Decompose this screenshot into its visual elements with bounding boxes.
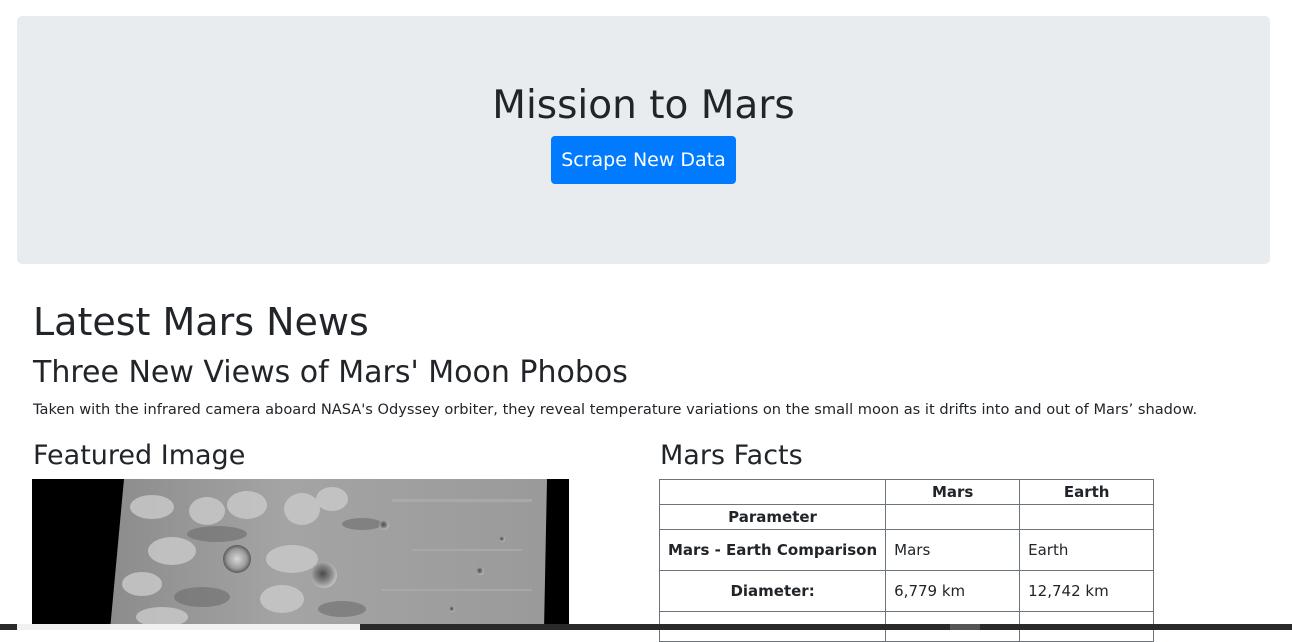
earth-value-cell: 12,742 km [1019, 570, 1155, 612]
mars-value-cell: 6,779 km [885, 570, 1021, 612]
news-title: Three New Views of Mars' Moon Phobos [33, 355, 628, 390]
scrollbar-thumb[interactable] [17, 624, 360, 630]
index-name-header: Parameter [658, 504, 887, 530]
table-index-row: Parameter [658, 504, 1155, 530]
mars-facts-heading: Mars Facts [660, 440, 803, 471]
table-row: Mars - Earth Comparison Mars Earth [658, 529, 1155, 571]
scrape-new-data-button[interactable]: Scrape New Data [551, 136, 736, 184]
scrollbar-segment [950, 624, 980, 630]
mars-value-cell: Mars [885, 529, 1021, 571]
row-label: Mars - Earth Comparison [658, 529, 887, 571]
empty-header-cell [1019, 504, 1155, 530]
table-header-row: Mars Earth [658, 479, 1155, 505]
featured-image-heading: Featured Image [33, 440, 246, 471]
jumbotron-header: Mission to Mars Scrape New Data [17, 16, 1270, 264]
table-row: Diameter: 6,779 km 12,742 km [658, 570, 1155, 612]
page-title: Mission to Mars [492, 83, 795, 128]
latest-news-heading: Latest Mars News [33, 300, 369, 344]
mars-facts-table: Mars Earth Parameter Mars - Earth Compar… [658, 479, 1155, 642]
empty-header-cell [885, 504, 1021, 530]
mars-surface-image [32, 479, 569, 630]
earth-value-cell: Earth [1019, 529, 1155, 571]
featured-image [32, 479, 569, 630]
column-header-earth: Earth [1019, 479, 1155, 505]
column-header-mars: Mars [885, 479, 1021, 505]
news-paragraph: Taken with the infrared camera aboard NA… [33, 401, 1198, 418]
horizontal-scrollbar[interactable] [0, 624, 1292, 630]
row-label: Diameter: [658, 570, 887, 612]
column-header [658, 479, 887, 505]
